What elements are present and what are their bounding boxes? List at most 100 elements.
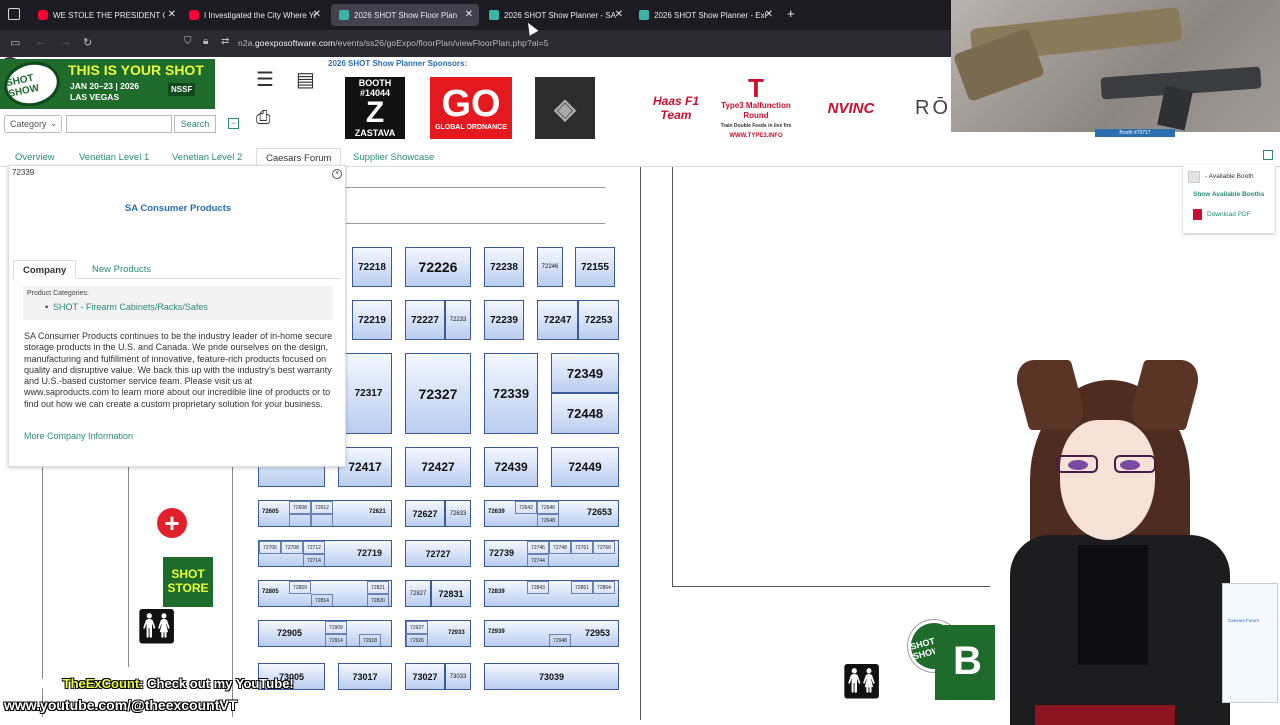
search-button[interactable]: Search bbox=[174, 115, 216, 133]
collapse-icon[interactable] bbox=[1263, 150, 1273, 160]
category-select[interactable]: Category ⌄ bbox=[4, 115, 62, 133]
booth-cluster[interactable]: 72839 72843 72861 72864 bbox=[484, 580, 619, 607]
booth-cell[interactable]: 72646 bbox=[537, 501, 559, 514]
booth-cell[interactable]: 72809 bbox=[289, 581, 311, 594]
booth[interactable]: 72218 bbox=[352, 247, 392, 287]
sponsor-global-ordnance[interactable]: GO GLOBAL ORDNANCE bbox=[430, 77, 512, 139]
download-pdf-link[interactable]: Download PDF bbox=[1207, 211, 1251, 218]
booth[interactable]: 72627 bbox=[405, 500, 445, 527]
booth[interactable]: 73039 bbox=[484, 663, 619, 690]
minimap[interactable]: Caesars Forum bbox=[1222, 583, 1278, 703]
booth-cell[interactable]: 72843 bbox=[527, 581, 549, 594]
company-name[interactable]: SA Consumer Products bbox=[9, 203, 347, 214]
booth-cluster[interactable]: 72939 72948 72953 bbox=[484, 620, 619, 647]
expand-icon[interactable]: − bbox=[228, 118, 239, 129]
booth[interactable]: 72831 bbox=[431, 580, 471, 607]
booth[interactable]: 72238 bbox=[484, 247, 524, 287]
booth-cell[interactable]: 72746 bbox=[527, 541, 549, 554]
booth[interactable]: 73017 bbox=[338, 663, 392, 690]
close-icon[interactable]: ✕ bbox=[313, 9, 321, 20]
booth-cell[interactable]: 72820 bbox=[367, 594, 389, 606]
sponsor-rom[interactable]: RŌ bbox=[915, 77, 955, 139]
close-icon[interactable]: ✕ bbox=[615, 9, 623, 20]
booth[interactable]: 72219 bbox=[352, 300, 392, 340]
booth-cell[interactable] bbox=[289, 514, 311, 526]
reload-icon[interactable]: ↻ bbox=[83, 36, 92, 49]
booth-cell[interactable]: 72612 bbox=[311, 501, 333, 514]
booth-cell[interactable]: 72918 bbox=[359, 634, 381, 646]
shot-show-banner[interactable]: SHOT SHOW THIS IS YOUR SHOT JAN 20–23 | … bbox=[0, 56, 215, 112]
booth-cluster[interactable]: 72706 72708 72712 72714 72719 bbox=[258, 540, 392, 567]
booth[interactable]: 72253 bbox=[578, 300, 619, 340]
menu-icon[interactable]: ☰ bbox=[256, 67, 274, 92]
booth[interactable]: 72427 bbox=[405, 447, 471, 487]
booth[interactable]: 72155 bbox=[575, 247, 615, 287]
back-icon[interactable]: ← bbox=[35, 36, 46, 48]
booth-cell[interactable]: 72708 bbox=[281, 541, 303, 554]
close-icon[interactable]: ✕ bbox=[765, 9, 773, 20]
booth-cell[interactable]: 72926 bbox=[406, 634, 428, 646]
booth-cell[interactable] bbox=[311, 514, 333, 526]
booth[interactable]: 72227 bbox=[405, 300, 445, 340]
sidebar-icon[interactable]: ▭ bbox=[10, 36, 20, 49]
booth[interactable]: 72448 bbox=[551, 393, 619, 434]
show-available-booths-link[interactable]: Show Available Booths bbox=[1193, 191, 1264, 198]
close-icon[interactable]: ✕ bbox=[168, 9, 176, 20]
booth-cluster[interactable]: 72639 72642 72646 72648 72653 bbox=[484, 500, 619, 527]
print-icon[interactable]: ⎙ bbox=[256, 107, 270, 128]
shield-icon[interactable]: ⛉ bbox=[184, 36, 192, 47]
tab-supplier-showcase[interactable]: Supplier Showcase bbox=[344, 148, 443, 167]
document-icon[interactable]: ▤ bbox=[296, 67, 315, 92]
lock-icon[interactable]: 🔒︎ bbox=[203, 36, 208, 47]
booth-cell[interactable]: 72712 bbox=[303, 541, 325, 554]
booth-cluster[interactable]: 72805 72809 72814 72821 72820 bbox=[258, 580, 392, 607]
window-icon[interactable] bbox=[8, 8, 20, 20]
booth-selected[interactable]: 72339 bbox=[484, 353, 538, 434]
booth[interactable]: 72633 bbox=[445, 500, 471, 527]
close-icon[interactable]: × bbox=[332, 169, 342, 179]
booth-cell[interactable]: 72748 bbox=[549, 541, 571, 554]
booth-cell[interactable]: 72642 bbox=[515, 501, 537, 514]
close-icon[interactable]: ✕ bbox=[465, 9, 473, 20]
sponsor-type3[interactable]: T Type3 Malfunction Round Train Double F… bbox=[716, 75, 796, 139]
new-tab-icon[interactable]: + bbox=[787, 6, 795, 21]
booth-cell[interactable]: 72706 bbox=[259, 541, 281, 554]
booth-cell[interactable]: 72821 bbox=[367, 581, 389, 594]
booth[interactable]: 72226 bbox=[405, 247, 471, 287]
url-bar[interactable]: n2a.goexposoftware.com/events/ss26/goExp… bbox=[238, 38, 549, 48]
booth[interactable]: 72417 bbox=[338, 447, 392, 487]
booth[interactable]: 72439 bbox=[484, 447, 538, 487]
booth-cluster[interactable]: 72927 72926 72933 bbox=[405, 620, 471, 647]
booth[interactable]: 72727 bbox=[405, 540, 471, 567]
tab-company[interactable]: Company bbox=[13, 260, 77, 279]
booth[interactable]: 72233 bbox=[445, 300, 471, 340]
sponsor-g-logo[interactable]: ◈ bbox=[535, 77, 595, 139]
booth-cell[interactable]: 72909 bbox=[325, 621, 347, 634]
booth[interactable]: 72449 bbox=[551, 447, 619, 487]
booth[interactable]: 72827 bbox=[405, 580, 431, 607]
sponsor-zastava[interactable]: BOOTH #14044 Z ZASTAVA bbox=[345, 77, 405, 139]
booth-cell[interactable]: 72766 bbox=[593, 541, 615, 554]
tab-new-products[interactable]: New Products bbox=[83, 260, 160, 279]
browser-tab-2[interactable]: I Investigated the City Where Yo ✕ bbox=[181, 4, 327, 26]
booth[interactable]: 72317 bbox=[345, 353, 392, 434]
booth-cell[interactable]: 72927 bbox=[406, 621, 428, 634]
booth-cluster[interactable]: 72605 72608 72612 72621 bbox=[258, 500, 392, 527]
sponsor-nvinc[interactable]: NVINC bbox=[810, 77, 892, 139]
browser-tab-1[interactable]: WE STOLE THE PRESIDENT OF V ✕ bbox=[30, 4, 182, 26]
booth-cell[interactable]: 72861 bbox=[571, 581, 593, 594]
booth[interactable]: 72246 bbox=[537, 247, 563, 287]
booth-cell[interactable]: 72648 bbox=[537, 514, 559, 526]
booth-cell[interactable]: 72608 bbox=[289, 501, 311, 514]
more-company-info-link[interactable]: More Company Information bbox=[24, 431, 133, 441]
sponsor-haas[interactable]: Haas F1 Team bbox=[650, 77, 702, 139]
booth[interactable]: 72349 bbox=[551, 353, 619, 393]
booth-cell[interactable]: 72761 bbox=[571, 541, 593, 554]
browser-tab-3[interactable]: 2026 SHOT Show Floor Plan ✕ bbox=[331, 4, 479, 26]
booth-cell[interactable]: 72864 bbox=[593, 581, 615, 594]
permissions-icon[interactable]: ⇄ bbox=[221, 36, 229, 47]
category-link[interactable]: SHOT - Firearm Cabinets/Racks/Safes bbox=[45, 302, 208, 312]
browser-tab-4[interactable]: 2026 SHOT Show Planner - SA ✕ bbox=[481, 4, 629, 26]
booth[interactable]: 73033 bbox=[445, 663, 471, 690]
booth[interactable]: 72239 bbox=[484, 300, 524, 340]
